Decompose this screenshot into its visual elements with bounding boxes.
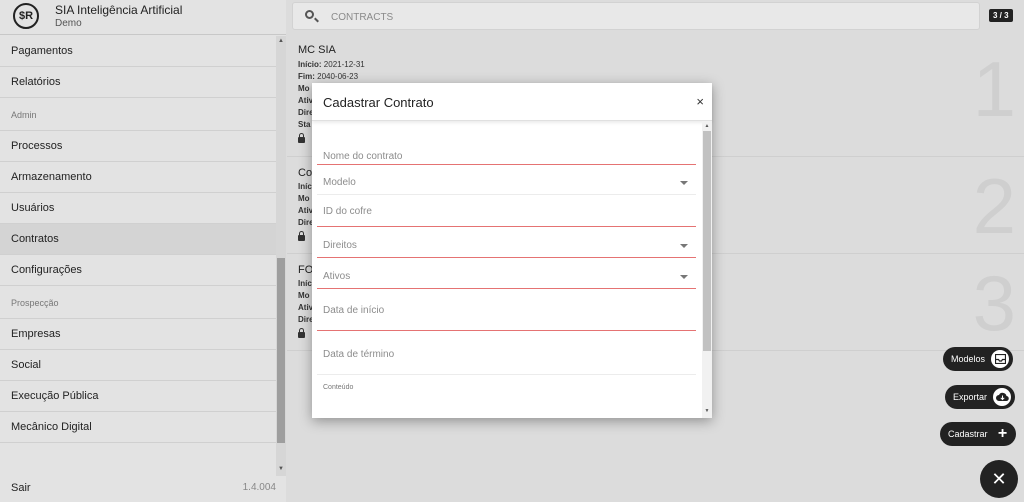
vault-id-field[interactable]: ID do cofre [317,195,696,227]
field-label: Modelo [323,177,356,188]
chevron-down-icon [680,275,688,279]
sidebar-item-relatorios[interactable]: Relatórios [0,67,276,98]
logout-link[interactable]: Sair [11,482,31,494]
search-icon [305,10,314,19]
lock-icon [298,328,305,338]
lock-icon [298,231,305,241]
sidebar-item-configuracoes[interactable]: Configurações [0,255,276,286]
sidebar: $R SIA Inteligência Artificial Demo Paga… [0,0,286,502]
cadastrar-label: Cadastrar [948,429,988,439]
sidebar-item-mecanico-digital[interactable]: Mecânico Digital [0,412,276,443]
sidebar-item-social[interactable]: Social [0,350,276,381]
plus-icon: + [993,425,1012,443]
close-fab-button[interactable]: ✕ [980,460,1018,498]
scroll-down-icon[interactable]: ▼ [276,466,286,472]
sidebar-item-pagamentos[interactable]: Pagamentos [0,36,276,67]
start-date-field[interactable]: Data de início [317,289,696,331]
dialog-header: Cadastrar Contrato × [312,83,712,121]
content-label: Conteúdo [323,384,354,391]
scroll-down-icon[interactable]: ▼ [702,408,712,414]
exportar-button[interactable]: Exportar [945,385,1016,409]
search-bar [292,2,980,30]
sidebar-item-armazenamento[interactable]: Armazenamento [0,162,276,193]
assets-select[interactable]: Ativos [317,258,696,289]
page-counter: 3 / 3 [989,9,1013,22]
field-label: Direitos [323,240,357,251]
sidebar-section-header: Admin [0,98,276,131]
card-field: Mo [298,194,310,203]
cloud-download-icon [993,388,1012,406]
field-label: Data de início [323,305,385,316]
sidebar-nav: Pagamentos Relatórios Admin Processos Armaze… [0,36,276,443]
card-title: Co [298,167,313,179]
lock-icon [298,133,305,143]
exportar-label: Exportar [953,392,988,402]
logo: $R [13,3,39,29]
app-title: SIA Inteligência Artificial [55,3,183,17]
sidebar-section-header: Prospecção [0,286,276,319]
sidebar-item-contratos[interactable]: Contratos [0,224,276,255]
sidebar-scroll-thumb[interactable] [277,258,285,443]
model-select[interactable]: Modelo [317,165,696,195]
chevron-down-icon [680,244,688,248]
card-title: MC SIA [298,44,336,56]
card-number: 3 [972,259,1016,347]
field-label: Ativos [323,271,351,282]
app-version: 1.4.004 [242,482,276,493]
inbox-icon [991,350,1010,368]
dialog-scroll-thumb[interactable] [703,131,711,351]
card-field: Fim: 2040-06-23 [298,72,359,81]
chevron-down-icon [680,181,688,185]
dialog-close-button[interactable]: × [696,94,704,109]
sidebar-item-execucao-publica[interactable]: Execução Pública [0,381,276,412]
card-field: Início: 2021-12-31 [298,60,365,69]
card-number: 2 [972,162,1016,250]
card-field: Iníc [298,279,312,288]
close-icon: ✕ [991,468,1007,489]
card-field: Iníc [298,182,312,191]
sidebar-footer: Sair 1.4.004 [0,476,286,502]
card-title: FO [298,264,314,276]
field-label: Nome do contrato [323,151,403,162]
brand-header: $R SIA Inteligência Artificial Demo [0,0,286,35]
field-label: Data de término [323,349,395,360]
sidebar-item-processos[interactable]: Processos [0,131,276,162]
scroll-up-icon[interactable]: ▲ [702,123,712,129]
contract-name-field[interactable]: Nome do contrato [317,125,696,165]
sidebar-item-empresas[interactable]: Empresas [0,319,276,350]
dialog-title: Cadastrar Contrato [323,95,434,110]
modelos-label: Modelos [951,354,986,364]
modelos-button[interactable]: Modelos [943,347,1014,371]
scroll-up-icon[interactable]: ▲ [276,38,286,44]
search-input[interactable] [329,8,933,26]
card-field: Ativ [298,303,314,312]
register-contract-dialog: Cadastrar Contrato × Nome do contrato Mo… [312,83,712,418]
rights-select[interactable]: Direitos [317,227,696,258]
card-field: Ativ [298,206,314,215]
card-number: 1 [972,45,1016,133]
card-field: Mo [298,291,310,300]
field-label: ID do cofre [323,206,372,217]
sidebar-item-usuarios[interactable]: Usuários [0,193,276,224]
cadastrar-button[interactable]: Cadastrar + [940,422,1016,446]
card-field: Ativ [298,96,314,105]
app-subtitle: Demo [55,18,82,29]
card-field: Mo [298,84,310,93]
field-underline [317,374,696,375]
end-date-field[interactable]: Data de término [317,331,696,375]
card-field: Sta [298,120,311,129]
dialog-body: Nome do contrato Modelo ID do cofre Dire… [312,121,702,418]
